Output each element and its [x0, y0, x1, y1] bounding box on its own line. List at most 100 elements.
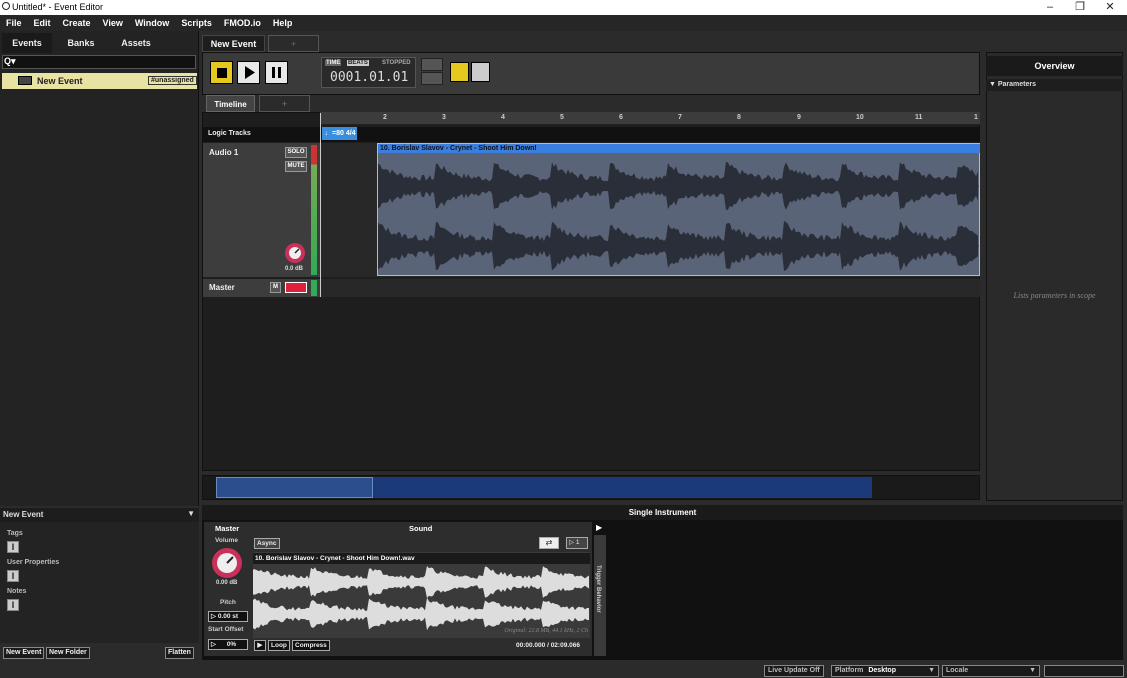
timeline-position: 0001.01.01 — [330, 70, 409, 85]
volume-value: 0.0 dB — [285, 266, 304, 272]
tags-field[interactable]: I — [7, 541, 19, 553]
loop-toggle[interactable] — [421, 58, 443, 71]
deck-volume-value: 0.00 dB — [216, 580, 238, 586]
tab-timeline[interactable]: Timeline — [206, 95, 255, 112]
compress-button[interactable]: Compress — [292, 640, 330, 651]
deck-header: Single Instrument — [202, 505, 1123, 520]
start-offset-label: Start Offset — [208, 626, 244, 633]
notes-field[interactable]: I — [7, 599, 19, 611]
audio-clip[interactable] — [377, 143, 980, 276]
audio-track-name: Audio 1 — [209, 148, 239, 157]
menu-view[interactable]: View — [103, 18, 123, 28]
menu-fmodio[interactable]: FMOD.io — [224, 18, 261, 28]
expand-arrow-icon[interactable]: ▶ — [596, 523, 602, 532]
audio-track-header[interactable]: Audio 1 SOLO MUTE 0.0 dB — [203, 143, 320, 277]
master-track-lane[interactable] — [320, 279, 980, 297]
start-offset-field[interactable]: ▷ 0% — [208, 639, 248, 650]
file-info: Original: 22.8 MB, 44.1 kHz, 2 Ch — [504, 628, 588, 634]
live-update-button[interactable]: Live Update Off — [764, 665, 824, 677]
beats-mode-button[interactable]: BEATS — [347, 60, 369, 66]
master-track-header[interactable]: Master M — [203, 279, 320, 297]
overview-title: Overview — [986, 56, 1123, 76]
menu-bar: File Edit Create View Window Scripts FMO… — [0, 15, 1127, 31]
footer-field[interactable] — [1044, 665, 1124, 677]
pitch-field[interactable]: ▷ 0.00 st — [208, 611, 248, 622]
search-input[interactable] — [2, 55, 196, 69]
user-properties-field[interactable]: I — [7, 570, 19, 582]
scrollbar-thumb[interactable] — [216, 477, 373, 498]
loop-mode-icon[interactable]: ⇄ — [539, 537, 559, 549]
platform-value: Desktop — [868, 667, 896, 674]
tempo-marker[interactable]: ♩=80 4/4 — [322, 127, 357, 140]
stop-icon — [217, 68, 227, 78]
menu-file[interactable]: File — [6, 18, 22, 28]
close-icon[interactable]: ✕ — [1095, 0, 1125, 15]
list-view-icon[interactable] — [450, 62, 469, 82]
restore-icon[interactable]: ❐ — [1065, 0, 1095, 15]
sound-label: Sound — [409, 524, 433, 533]
new-event-button[interactable]: New Event — [3, 647, 45, 659]
parameters-label: Parameters — [997, 81, 1037, 88]
trigger-behavior-label: Trigger Behavior — [595, 565, 601, 613]
locale-select[interactable]: Locale ▼ — [942, 665, 1040, 677]
ruler-tick: 7 — [678, 114, 682, 121]
locale-label: Locale — [946, 667, 969, 674]
menu-edit[interactable]: Edit — [34, 18, 51, 28]
ruler-tick: 2 — [383, 114, 387, 121]
event-list-item[interactable]: New Event #unassigned — [2, 73, 197, 89]
trigger-behavior-drawer[interactable]: Trigger Behavior — [594, 535, 606, 656]
master-level-meter — [311, 280, 317, 296]
tab-assets[interactable]: Assets — [110, 33, 162, 53]
follow-toggle[interactable] — [421, 72, 443, 85]
volume-knob-icon[interactable] — [284, 242, 306, 264]
tab-banks[interactable]: Banks — [55, 33, 107, 53]
properties-header: New Event ▼ — [0, 508, 199, 522]
deck-master-section: Master Volume 0.00 dB Pitch ▷ 0.00 st St… — [204, 522, 252, 656]
new-folder-button[interactable]: New Folder — [46, 647, 90, 659]
loop-button[interactable]: Loop — [268, 640, 290, 651]
minimize-icon[interactable]: – — [1035, 0, 1065, 15]
event-icon — [18, 76, 32, 85]
grid-view-icon[interactable] — [471, 62, 490, 82]
menu-scripts[interactable]: Scripts — [181, 18, 212, 28]
search-icon[interactable]: Q▾ — [4, 56, 16, 67]
timeline-ruler[interactable] — [320, 112, 980, 125]
overview-panel — [986, 52, 1123, 501]
flatten-button[interactable]: Flatten — [165, 647, 194, 659]
ruler-tick: 5 — [560, 114, 564, 121]
user-properties-label: User Properties — [7, 559, 60, 566]
loop-count-field[interactable]: ▷ 1 — [566, 537, 588, 549]
add-tab-button[interactable]: + — [268, 35, 319, 52]
stop-button[interactable] — [210, 61, 233, 84]
pitch-label: Pitch — [220, 599, 236, 606]
tab-new-event[interactable]: New Event — [202, 35, 265, 52]
deck-waveform[interactable]: Original: 22.8 MB, 44.1 kHz, 2 Ch — [253, 552, 590, 638]
ruler-tick: 3 — [442, 114, 446, 121]
pause-button[interactable] — [265, 61, 288, 84]
menu-create[interactable]: Create — [63, 18, 91, 28]
chevron-down-icon[interactable]: ▼ — [187, 509, 195, 518]
preview-play-icon[interactable]: ▶ — [254, 640, 266, 651]
deck-file-name: 10. Borislav Slavov - Crynet - Shoot Him… — [253, 553, 590, 564]
tab-events[interactable]: Events — [2, 33, 52, 53]
fmod-app-icon — [2, 2, 10, 10]
transport-status: STOPPED — [382, 60, 411, 66]
async-button[interactable]: Async — [254, 538, 280, 549]
ruler-tick: 4 — [501, 114, 505, 121]
menu-window[interactable]: Window — [135, 18, 169, 28]
menu-help[interactable]: Help — [273, 18, 293, 28]
window-title: Untitled* - Event Editor — [12, 2, 104, 12]
time-mode-button[interactable]: TIME — [325, 60, 342, 66]
playhead[interactable] — [320, 113, 321, 297]
deck-volume-knob-icon[interactable] — [211, 547, 243, 579]
ruler-tick: 11 — [915, 114, 923, 121]
add-parameter-tab-button[interactable]: + — [259, 95, 310, 112]
solo-button[interactable]: SOLO — [285, 147, 307, 158]
play-button[interactable] — [237, 61, 260, 84]
platform-select[interactable]: Platform Desktop ▼ — [831, 665, 939, 677]
master-mute-button[interactable]: M — [270, 282, 281, 293]
loop-count-value: 1 — [575, 539, 580, 546]
transport-bar — [202, 52, 980, 95]
parameters-header[interactable]: ▼ Parameters — [986, 79, 1123, 91]
mute-button[interactable]: MUTE — [285, 161, 307, 172]
